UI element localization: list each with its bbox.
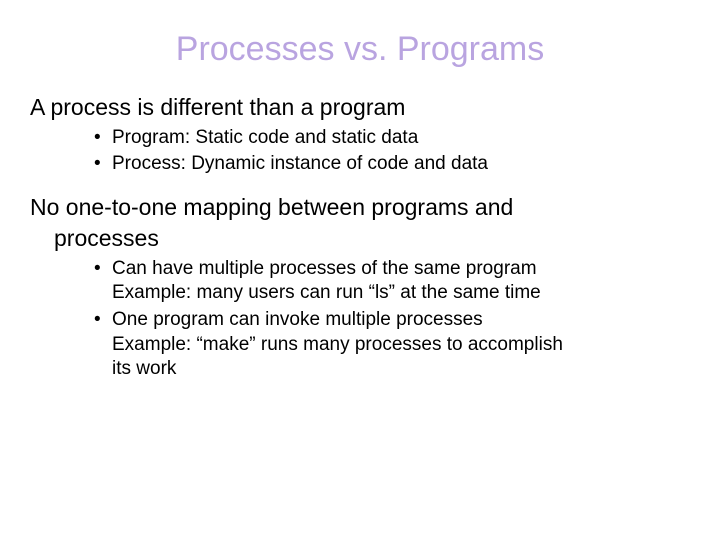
- paragraph-2-line1: No one-to-one mapping between programs a…: [30, 193, 690, 222]
- bullet-text-line1: One program can invoke multiple processe…: [112, 309, 483, 330]
- slide: Processes vs. Programs A process is diff…: [0, 0, 720, 540]
- bullet-2a: Can have multiple processes of the same …: [94, 257, 690, 306]
- bullet-2b: One program can invoke multiple processe…: [94, 308, 690, 382]
- bullet-list-2: Can have multiple processes of the same …: [30, 257, 690, 382]
- bullet-1b: Process: Dynamic instance of code and da…: [94, 152, 690, 177]
- bullet-text: Process: Dynamic instance of code and da…: [112, 153, 488, 174]
- bullet-list-1: Program: Static code and static data Pro…: [30, 126, 690, 177]
- bullet-text-line2: Example: many users can run “ls” at the …: [112, 281, 690, 306]
- paragraph-2-line2: processes: [30, 224, 690, 253]
- bullet-text-line1: Can have multiple processes of the same …: [112, 258, 537, 279]
- bullet-text-line2: Example: “make” runs many processes to a…: [112, 333, 690, 358]
- bullet-text: Program: Static code and static data: [112, 127, 418, 148]
- bullet-1a: Program: Static code and static data: [94, 126, 690, 151]
- paragraph-1: A process is different than a program: [30, 93, 690, 122]
- slide-title: Processes vs. Programs: [30, 30, 690, 69]
- bullet-text-line3: its work: [112, 357, 690, 382]
